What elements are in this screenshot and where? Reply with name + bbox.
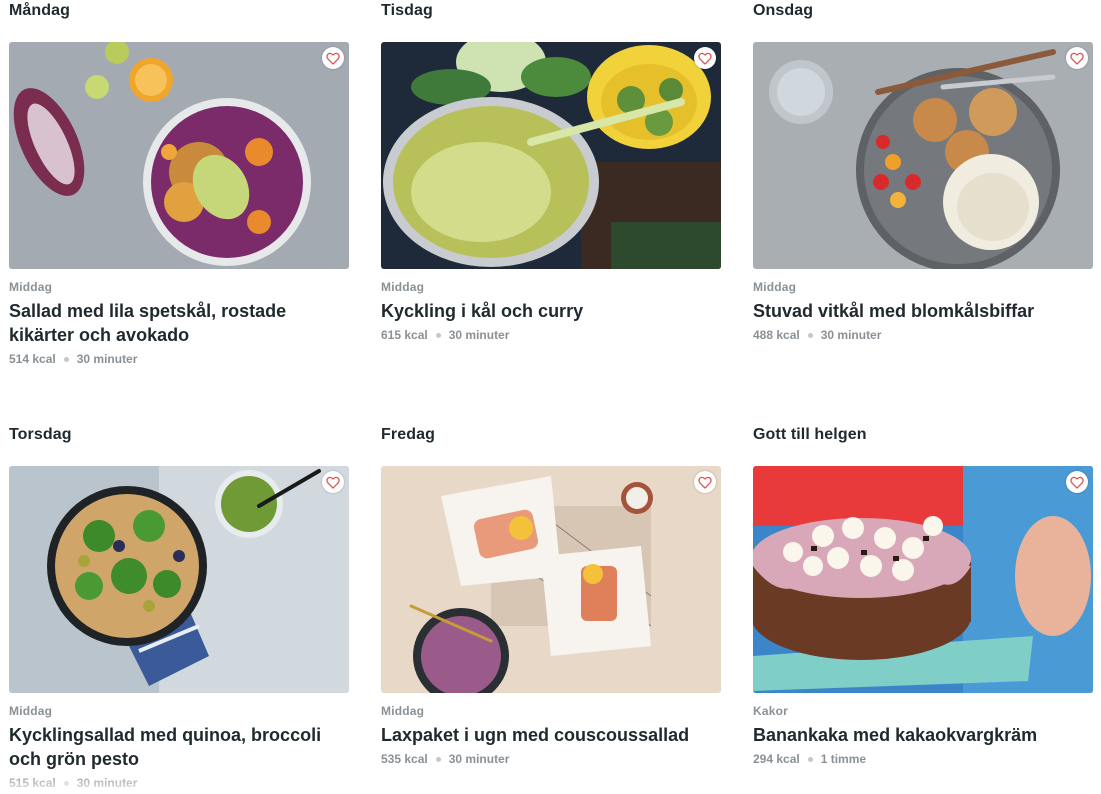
recipe-time: 1 timme [820, 752, 867, 766]
recipe-kcal: 535 kcal [381, 752, 428, 766]
recipe-card[interactable]: Middag Stuvad vitkål med blomkålsbiffar … [753, 42, 1093, 342]
salad-bowl-photo [9, 42, 349, 269]
recipe-time: 30 minuter [448, 328, 510, 342]
recipe-kcal: 515 kcal [9, 776, 56, 790]
recipe-image[interactable] [753, 466, 1093, 693]
recipe-card[interactable]: Middag Kycklingsallad med quinoa, brocco… [9, 466, 349, 790]
favorite-button[interactable] [694, 471, 716, 493]
recipe-title[interactable]: Kyckling i kål och curry [381, 299, 721, 323]
recipe-title[interactable]: Laxpaket i ugn med couscoussallad [381, 723, 721, 747]
recipe-card[interactable]: Kakor Banankaka med kakaokvargkräm 294 k… [753, 466, 1093, 766]
day-heading: Fredag [381, 426, 435, 443]
recipe-kcal: 514 kcal [9, 352, 56, 366]
recipe-card[interactable]: Middag Kyckling i kål och curry 615 kcal… [381, 42, 721, 342]
day-heading: Torsdag [9, 426, 72, 443]
favorite-button[interactable] [1066, 471, 1088, 493]
separator-dot [807, 332, 813, 338]
recipe-category: Middag [9, 280, 53, 294]
recipe-meta: 514 kcal 30 minuter [9, 352, 349, 366]
heart-outline-icon [1070, 476, 1084, 489]
recipe-category: Middag [381, 704, 425, 718]
heart-outline-icon [326, 52, 340, 65]
favorite-button[interactable] [322, 471, 344, 493]
salmon-parcel-photo [381, 466, 721, 693]
recipe-category: Middag [9, 704, 53, 718]
recipe-time: 30 minuter [76, 352, 138, 366]
recipe-image[interactable] [381, 42, 721, 269]
heart-outline-icon [326, 476, 340, 489]
recipe-kcal: 615 kcal [381, 328, 428, 342]
recipe-category: Middag [753, 280, 797, 294]
separator-dot [63, 356, 69, 362]
cabbage-cauliflower-photo [753, 42, 1093, 269]
heart-outline-icon [698, 52, 712, 65]
recipe-category: Middag [381, 280, 425, 294]
recipe-meta: 515 kcal 30 minuter [9, 776, 349, 790]
recipe-image[interactable] [9, 42, 349, 269]
day-heading: Gott till helgen [753, 426, 867, 443]
recipe-category: Kakor [753, 704, 789, 718]
recipe-title[interactable]: Kycklingsallad med quinoa, broccoli och … [9, 723, 349, 771]
separator-dot [807, 756, 813, 762]
recipe-time: 30 minuter [820, 328, 882, 342]
day-heading: Tisdag [381, 2, 433, 19]
recipe-meta: 488 kcal 30 minuter [753, 328, 1093, 342]
recipe-card[interactable]: Middag Laxpaket i ugn med couscoussallad… [381, 466, 721, 766]
separator-dot [435, 332, 441, 338]
chicken-quinoa-salad-photo [9, 466, 349, 693]
day-heading: Onsdag [753, 2, 814, 19]
recipe-kcal: 488 kcal [753, 328, 800, 342]
banana-cake-photo [753, 466, 1093, 693]
recipe-meta: 535 kcal 30 minuter [381, 752, 721, 766]
favorite-button[interactable] [694, 47, 716, 69]
recipe-meta: 294 kcal 1 timme [753, 752, 1093, 766]
day-heading: Måndag [9, 2, 71, 19]
recipe-kcal: 294 kcal [753, 752, 800, 766]
recipe-title[interactable]: Sallad med lila spetskål, rostade kikärt… [9, 299, 349, 347]
recipe-time: 30 minuter [448, 752, 510, 766]
recipe-card[interactable]: Middag Sallad med lila spetskål, rostade… [9, 42, 349, 366]
recipe-time: 30 minuter [76, 776, 138, 790]
chicken-curry-photo [381, 42, 721, 269]
recipe-title[interactable]: Stuvad vitkål med blomkålsbiffar [753, 299, 1093, 323]
recipe-title[interactable]: Banankaka med kakaokvargkräm [753, 723, 1093, 747]
favorite-button[interactable] [322, 47, 344, 69]
separator-dot [435, 756, 441, 762]
recipe-meta: 615 kcal 30 minuter [381, 328, 721, 342]
recipe-image[interactable] [9, 466, 349, 693]
heart-outline-icon [1070, 52, 1084, 65]
separator-dot [63, 780, 69, 786]
recipe-image[interactable] [753, 42, 1093, 269]
favorite-button[interactable] [1066, 47, 1088, 69]
heart-outline-icon [698, 476, 712, 489]
recipe-image[interactable] [381, 466, 721, 693]
